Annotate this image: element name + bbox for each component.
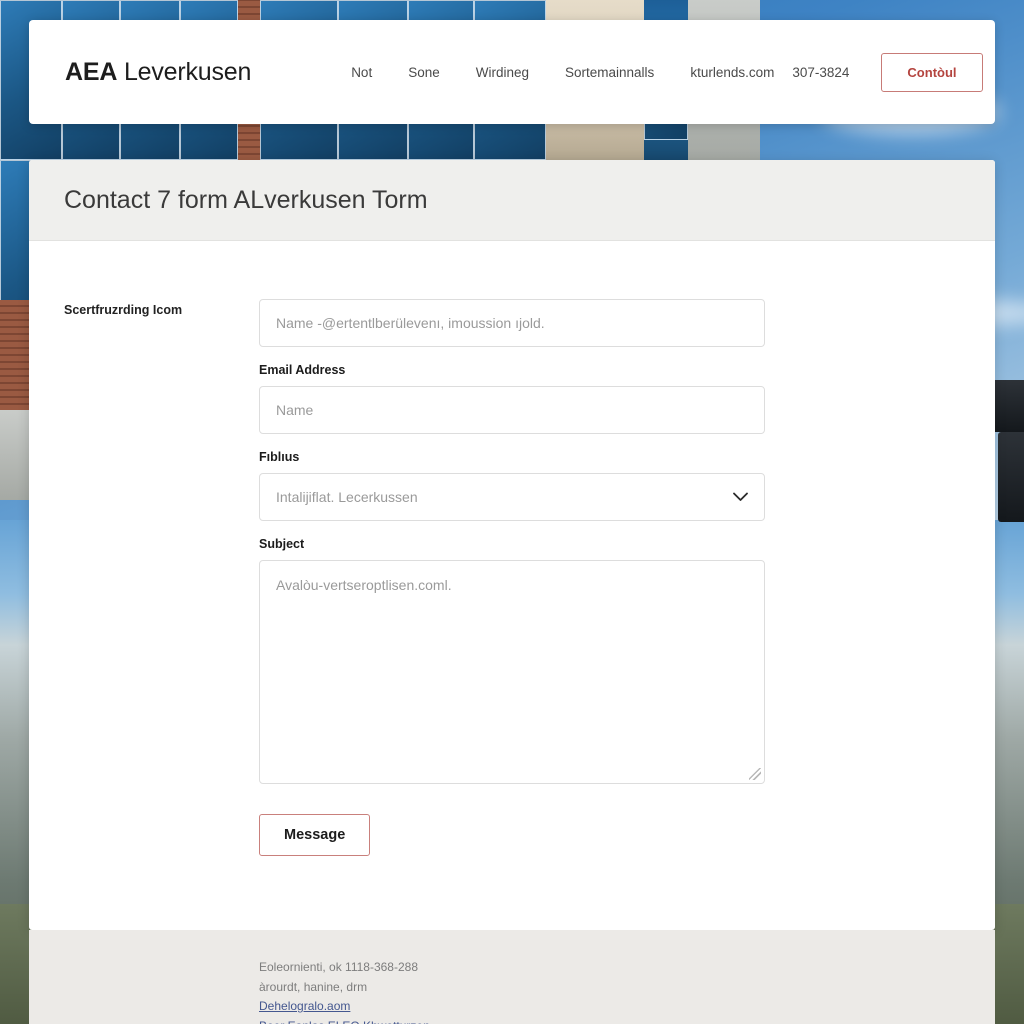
page-header-band: Contact 7 form ALverkusen Torm (29, 160, 995, 241)
form-side-label: Scertfruzrding Icom (64, 303, 183, 317)
foreground-object (998, 432, 1024, 522)
nav-item-4[interactable]: kturlends.com (672, 65, 792, 80)
footer-link-1[interactable]: Boer Eanlas ELEO Khwotturzen (259, 1017, 430, 1024)
form-field-1: Email Address Name (259, 363, 765, 434)
nav-item-2[interactable]: Wirdineg (458, 65, 547, 80)
form-field-0: Name -@ertentlberülevenı, imoussion ıjol… (259, 299, 765, 347)
resize-handle-icon[interactable] (749, 768, 761, 780)
logo-bold-text: AEA (65, 57, 118, 86)
header-phone-number[interactable]: 307-3824 (792, 65, 849, 80)
name-input[interactable]: Name -@ertentlberülevenı, imoussion ıjol… (259, 299, 765, 347)
message-textarea-placeholder: Avalòu-vertseroptlisen.coml. (276, 577, 452, 593)
logo-light-text: Leverkusen (123, 57, 252, 86)
footer-text-line-0: Eoleornienti, ok 1118-368-288 (259, 960, 418, 974)
footer-link-0[interactable]: Dehelogralo.aom (259, 997, 350, 1017)
site-header: AEA Leverkusen Not Sone Wirdineg Sortema… (29, 20, 995, 124)
form-fields-column: Name -@ertentlberülevenı, imoussion ıjol… (259, 299, 765, 856)
form-field-2: Fıblıus Intalijiflat. Lecerkussen (259, 450, 765, 521)
subject-select[interactable]: Intalijiflat. Lecerkussen (259, 473, 765, 521)
header-actions: 307-3824 Contòul (792, 52, 983, 92)
message-textarea[interactable]: Avalòu-vertseroptlisen.coml. (259, 560, 765, 784)
nav-item-0[interactable]: Not (333, 65, 390, 80)
site-logo[interactable]: AEA Leverkusen (65, 58, 251, 87)
select-wrapper: Intalijiflat. Lecerkussen (259, 473, 765, 521)
main-navigation: Not Sone Wirdineg Sortemainnalls kturlen… (333, 65, 792, 80)
contact-form: Scertfruzrding Icom Name -@ertentlberüle… (29, 241, 995, 856)
email-input[interactable]: Name (259, 386, 765, 434)
header-contact-button[interactable]: Contòul (881, 52, 983, 92)
submit-button[interactable]: Message (259, 814, 371, 856)
select-field-label: Fıblıus (259, 450, 300, 464)
nav-item-3[interactable]: Sortemainnalls (547, 65, 672, 80)
subject-field-label: Subject (259, 537, 305, 551)
site-footer: Eoleornienti, ok 1118-368-288 àrourdt, h… (29, 930, 995, 1024)
footer-text-line-1: àrourdt, hanine, drm (259, 979, 368, 994)
nav-item-1[interactable]: Sone (390, 65, 458, 80)
content-card: Contact 7 form ALverkusen Torm Scertfruz… (29, 160, 995, 930)
form-field-3: Subject Avalòu-vertseroptlisen.coml. (259, 537, 765, 784)
email-field-label: Email Address (259, 363, 346, 377)
page-title: Contact 7 form ALverkusen Torm (64, 185, 428, 214)
